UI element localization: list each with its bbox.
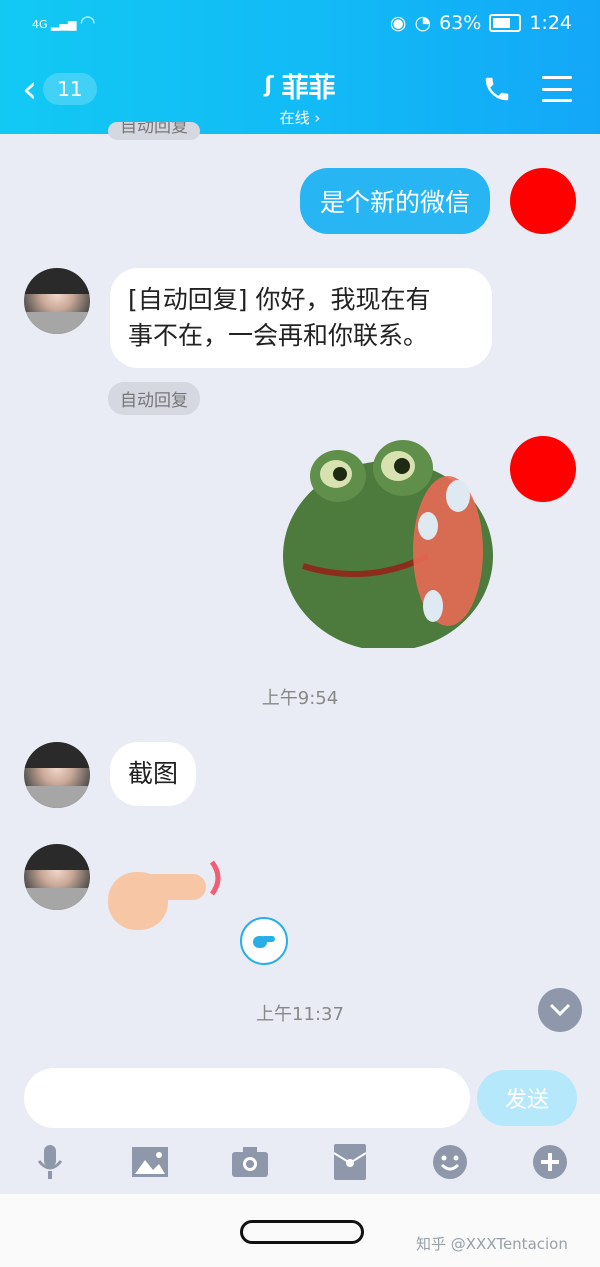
message-in[interactable]: [自动回复] 你好，我现在有 事不在，一会再和你联系。 xyxy=(110,268,492,368)
chevron-down-icon xyxy=(549,1003,571,1017)
battery-icon xyxy=(489,14,522,32)
watermark: 知乎 @XXXTentacion xyxy=(416,1235,568,1253)
emoji-icon[interactable] xyxy=(430,1140,470,1184)
eye-icon: ◉ xyxy=(389,12,407,34)
my-avatar[interactable] xyxy=(510,436,576,502)
contact-avatar[interactable] xyxy=(24,844,90,910)
frog-sticker[interactable] xyxy=(278,436,494,651)
input-toolbar xyxy=(0,1140,600,1188)
signal-indicator: 4G ▂▄▆ ◠ xyxy=(32,12,96,33)
camera-icon[interactable] xyxy=(230,1140,270,1184)
wifi-icon: ◠ xyxy=(79,12,96,33)
message-input[interactable] xyxy=(24,1068,470,1128)
battery-percent: 63% xyxy=(439,12,482,34)
contact-status: 在线 › xyxy=(279,109,321,127)
send-button[interactable]: 发送 xyxy=(477,1070,577,1126)
poke-icon[interactable] xyxy=(240,917,288,965)
chat-header: 4G ▂▄▆ ◠ ◉ ◔ 63% 1:24 ‹ 11 ʃ 菲菲 在线 › xyxy=(0,0,600,134)
speed-icon: ◔ xyxy=(414,12,432,34)
message-text-line-1: [自动回复] 你好，我现在有 xyxy=(128,285,431,314)
timestamp: 上午9:54 xyxy=(261,688,339,709)
auto-reply-tag: 自动回复 xyxy=(108,382,200,415)
contact-avatar[interactable] xyxy=(24,742,90,808)
network-type: 4G xyxy=(32,18,48,31)
plus-icon[interactable] xyxy=(530,1140,570,1184)
message-text-line-2: 事不在，一会再和你联系。 xyxy=(128,321,429,350)
message-out[interactable]: 是个新的微信 xyxy=(299,168,490,234)
image-icon[interactable] xyxy=(130,1140,170,1184)
clock: 1:24 xyxy=(529,12,572,34)
signal-icon: ▂▄▆ xyxy=(51,18,77,31)
message-text: 是个新的微信 xyxy=(319,188,470,217)
frog-icon xyxy=(283,440,493,651)
message-text: 截图 xyxy=(128,759,179,788)
timestamp: 上午11:37 xyxy=(256,1004,344,1025)
red-packet-icon[interactable] xyxy=(330,1140,370,1184)
scroll-down-button[interactable] xyxy=(538,988,582,1032)
status-bar: 4G ▂▄▆ ◠ ◉ ◔ 63% 1:24 xyxy=(0,0,600,52)
home-indicator[interactable] xyxy=(240,1220,364,1244)
mic-icon[interactable] xyxy=(30,1140,70,1184)
menu-icon[interactable] xyxy=(542,76,572,102)
my-avatar[interactable] xyxy=(510,168,576,234)
ear-icon: ʃ xyxy=(264,73,274,98)
pointing-finger-sticker[interactable] xyxy=(100,860,230,939)
message-in[interactable]: 截图 xyxy=(110,742,197,806)
contact-name: 菲菲 xyxy=(281,73,336,104)
contact-avatar[interactable] xyxy=(24,268,90,334)
pointing-finger-icon xyxy=(108,860,221,930)
phone-icon[interactable] xyxy=(482,74,512,104)
auto-reply-tag-partial: 自动回复 xyxy=(108,122,200,140)
